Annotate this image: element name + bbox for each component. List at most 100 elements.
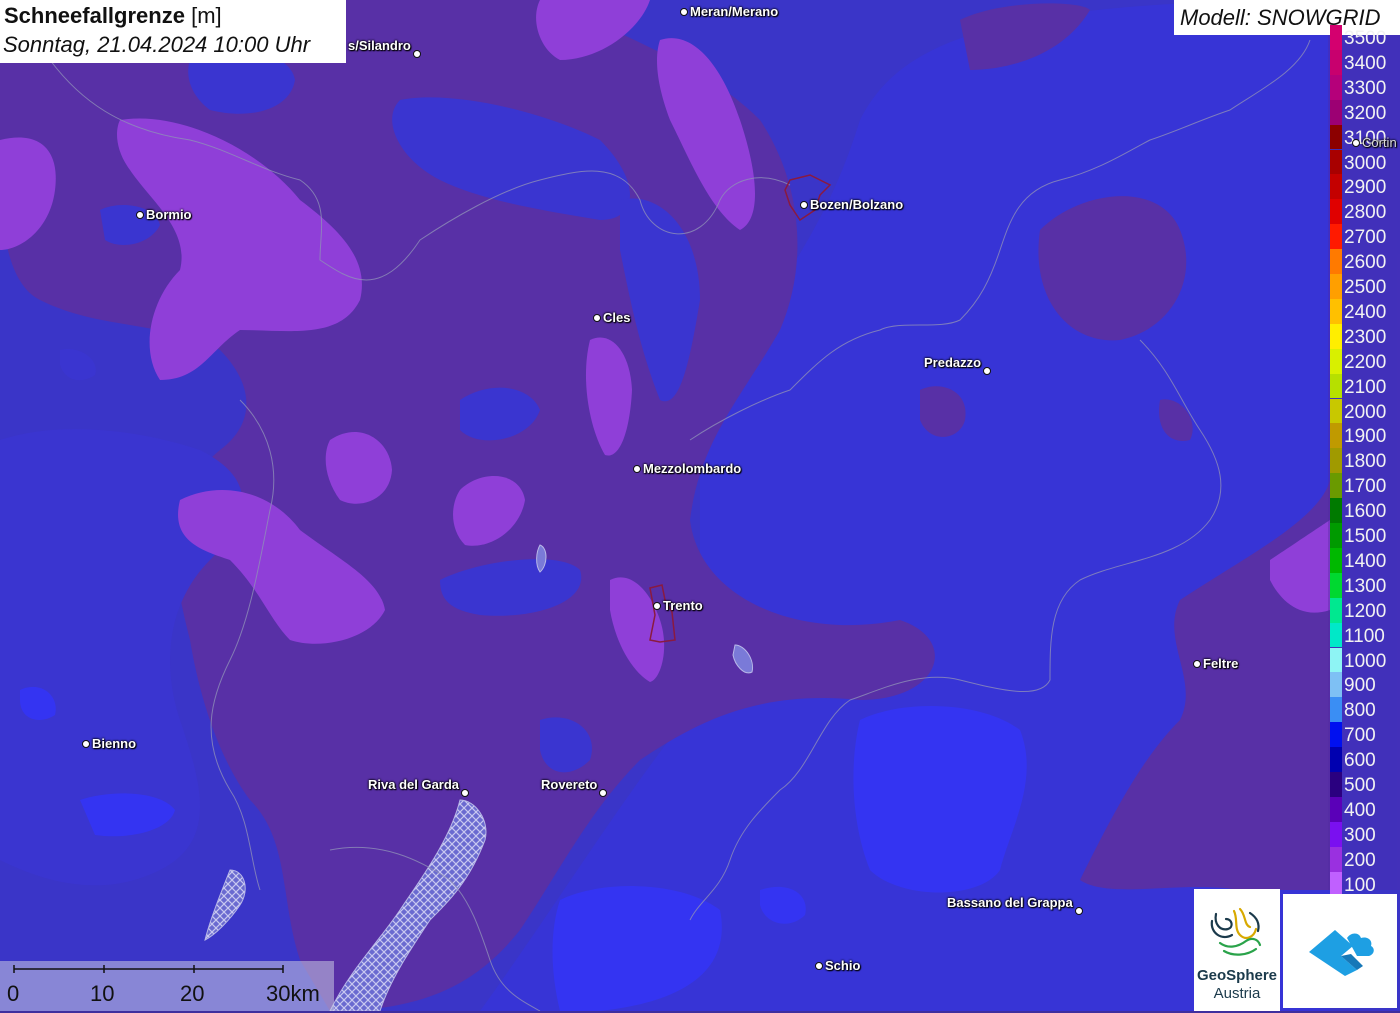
legend-label: 3500 [1344, 28, 1387, 49]
legend-row: 2700 [1328, 224, 1400, 250]
city-label[interactable]: Bozen/Bolzano [810, 197, 903, 212]
legend-row: 2800 [1328, 199, 1400, 225]
city-label[interactable]: Feltre [1203, 656, 1238, 671]
city-label[interactable]: Predazzo [924, 355, 981, 370]
legend-label: 3200 [1344, 102, 1387, 124]
city-marker-icon[interactable] [815, 962, 823, 970]
city-label[interactable]: Mezzolombardo [643, 461, 741, 476]
legend-label: 1800 [1344, 451, 1387, 473]
scale-bar: 0 10 20 30km [0, 961, 334, 1011]
city-label[interactable]: Riva del Garda [368, 777, 459, 792]
legend-row: 2200 [1328, 348, 1400, 374]
legend-label: 2600 [1344, 252, 1387, 274]
legend-swatch [1330, 871, 1342, 897]
city-marker-icon[interactable] [82, 740, 90, 748]
legend-row: 3000 [1328, 149, 1400, 175]
legend-row: 700 [1328, 722, 1400, 748]
legend-row: 3500 [1328, 25, 1400, 50]
legend-swatch [1330, 821, 1342, 847]
legend-label: 2900 [1344, 177, 1387, 199]
city-marker-icon[interactable] [599, 789, 607, 797]
legend-swatch [1330, 199, 1342, 225]
scale-label-10: 10 [90, 981, 115, 1006]
city-label[interactable]: Bassano del Grappa [947, 895, 1073, 910]
legend-row: 2600 [1328, 249, 1400, 274]
legend-row: 1800 [1328, 448, 1400, 474]
legend-swatch [1330, 672, 1342, 698]
legend-label: 2300 [1344, 326, 1387, 348]
legend-label: 1000 [1344, 650, 1387, 672]
legend-swatch [1330, 49, 1342, 75]
color-legend: 3500 3400 3300 3200 3100 3000 2900 2800 2700 2600… [1328, 25, 1400, 897]
legend-row: 2400 [1328, 298, 1400, 324]
city-marker-icon[interactable] [1352, 139, 1360, 147]
scale-label-20: 20 [180, 981, 205, 1006]
map-title: Schneefallgrenze [m] [4, 3, 222, 29]
legend-swatch [1330, 323, 1342, 349]
legend-swatch [1330, 572, 1342, 598]
city-marker-icon[interactable] [800, 201, 808, 209]
scale-label-30km: 30km [266, 981, 320, 1006]
city-marker-icon[interactable] [1193, 660, 1201, 668]
city-label[interactable]: Schio [825, 958, 860, 973]
city-label[interactable]: Trento [663, 598, 703, 613]
legend-row: 1300 [1328, 572, 1400, 598]
legend-swatch [1330, 722, 1342, 748]
legend-swatch [1330, 647, 1342, 673]
city-label[interactable]: Cles [603, 310, 630, 325]
legend-row: 600 [1328, 747, 1400, 772]
legend-row: 1100 [1328, 622, 1400, 648]
city-marker-icon[interactable] [653, 602, 661, 610]
legend-row: 1600 [1328, 498, 1400, 523]
geosphere-logo[interactable]: GeoSphere Austria [1194, 889, 1280, 1011]
legend-swatch [1330, 622, 1342, 648]
legend-row: 2000 [1328, 398, 1400, 424]
city-marker-icon[interactable] [136, 211, 144, 219]
city-label[interactable]: Bienno [92, 736, 136, 751]
city-label[interactable]: Rovereto [541, 777, 597, 792]
app-logo[interactable] [1283, 894, 1397, 1008]
city-marker-icon[interactable] [1075, 907, 1083, 915]
city-marker-icon[interactable] [983, 367, 991, 375]
city-label[interactable]: Meran/Merano [690, 4, 778, 19]
map-title-name: Schneefallgrenze [4, 3, 185, 28]
city-marker-icon[interactable] [461, 789, 469, 797]
snowfall-limit-map[interactable] [0, 0, 1400, 1011]
legend-label: 2800 [1344, 202, 1387, 224]
legend-swatch [1330, 498, 1342, 523]
legend-row: 2500 [1328, 274, 1400, 299]
legend-label: 300 [1344, 824, 1376, 846]
legend-swatch [1330, 473, 1342, 499]
legend-swatch [1330, 796, 1342, 822]
legend-label: 2200 [1344, 351, 1387, 373]
legend-swatch [1330, 597, 1342, 623]
legend-swatch [1330, 274, 1342, 299]
legend-row: 3200 [1328, 99, 1400, 125]
legend-swatch [1330, 249, 1342, 274]
legend-label: 2500 [1344, 277, 1387, 298]
legend-swatch [1330, 398, 1342, 424]
legend-label: 2700 [1344, 227, 1387, 249]
geosphere-logo-country: Austria [1213, 985, 1261, 1002]
legend-label: 500 [1344, 775, 1376, 796]
city-label[interactable]: s/Silandro [348, 38, 411, 53]
city-marker-icon[interactable] [680, 8, 688, 16]
legend-row: 3300 [1328, 74, 1400, 100]
city-label[interactable]: Cortin [1362, 135, 1397, 150]
legend-label: 3400 [1344, 52, 1387, 74]
city-label[interactable]: Bormio [146, 207, 192, 222]
legend-swatch [1330, 523, 1342, 548]
legend-swatch [1330, 448, 1342, 474]
city-marker-icon[interactable] [413, 50, 421, 58]
city-marker-icon[interactable] [633, 465, 641, 473]
legend-swatch [1330, 25, 1342, 50]
city-marker-icon[interactable] [593, 314, 601, 322]
legend-label: 1300 [1344, 575, 1387, 597]
legend-row: 2300 [1328, 323, 1400, 349]
legend-swatch [1330, 124, 1342, 150]
legend-swatch [1330, 174, 1342, 200]
legend-swatch [1330, 373, 1342, 399]
legend-swatch [1330, 348, 1342, 374]
legend-row: 800 [1328, 697, 1400, 723]
legend-row: 900 [1328, 672, 1400, 698]
